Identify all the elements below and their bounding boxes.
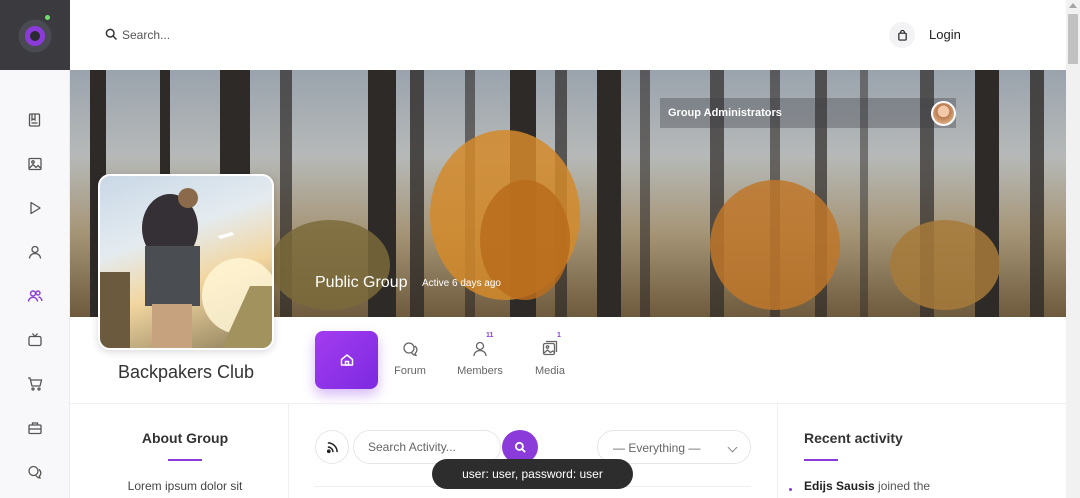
recent-underline [804, 459, 838, 461]
tab-media[interactable]: 1 Media [520, 332, 580, 377]
recent-activity-title: Recent activity [804, 430, 903, 446]
recent-activity-item: Edijs Sausis joined the [804, 479, 930, 493]
group-administrators: Group Administrators [660, 98, 956, 128]
home-icon [340, 354, 353, 366]
scroll-thumb[interactable] [1068, 14, 1078, 64]
group-avatar [98, 174, 274, 350]
tab-media-label: Media [535, 365, 565, 377]
about-group-text: Lorem ipsum dolor sit [127, 479, 243, 493]
chevron-down-icon [727, 442, 738, 453]
activity-user-link[interactable]: Edijs Sausis [804, 479, 875, 493]
login-link[interactable]: Login [929, 27, 961, 42]
top-bar: Login [70, 0, 1066, 70]
admin-avatar[interactable] [931, 101, 956, 126]
logo[interactable] [0, 0, 70, 70]
book-icon[interactable] [27, 112, 43, 128]
user-icon[interactable] [27, 244, 43, 260]
cart-button[interactable] [889, 22, 915, 48]
about-group-title: About Group [141, 430, 229, 446]
members-icon [473, 341, 487, 357]
group-active-status: Active 6 days ago [422, 278, 501, 289]
cart-icon[interactable] [27, 376, 43, 392]
tab-members[interactable]: 11 Members [450, 332, 510, 377]
scroll-up-arrow[interactable] [1069, 3, 1077, 8]
admins-label: Group Administrators [668, 107, 782, 119]
logo-mark [16, 17, 54, 55]
tab-forum[interactable]: Forum [380, 340, 440, 377]
column-divider [288, 404, 289, 498]
tab-home[interactable] [315, 331, 378, 389]
group-type-label: Public Group [315, 274, 408, 291]
content-divider [70, 403, 1066, 404]
tv-icon[interactable] [27, 332, 43, 348]
rss-feed-button[interactable] [315, 430, 349, 464]
sidebar [0, 70, 70, 498]
media-count-badge: 1 [557, 332, 561, 339]
search-icon [105, 28, 118, 41]
play-icon[interactable] [27, 200, 43, 216]
search-icon [514, 441, 526, 453]
about-underline [168, 459, 202, 461]
activity-text: joined the [874, 479, 931, 493]
column-divider [777, 404, 778, 498]
tab-members-label: Members [457, 365, 503, 377]
rss-icon [326, 441, 338, 453]
group-name: Backpakers Club [117, 362, 255, 382]
chat-icon[interactable] [27, 464, 43, 480]
briefcase-icon[interactable] [27, 420, 43, 436]
credentials-toast: user: user, password: user [432, 459, 633, 489]
filter-selected-value: — Everything — [613, 441, 701, 455]
forum-icon [403, 342, 418, 356]
scrollbar[interactable] [1066, 0, 1080, 498]
media-icon [542, 340, 558, 356]
group-icon[interactable] [27, 288, 43, 304]
image-icon[interactable] [27, 156, 43, 172]
status-dot [45, 15, 50, 20]
search-input[interactable] [122, 24, 322, 46]
shopping-bag-icon [897, 29, 907, 41]
members-count-badge: 11 [486, 332, 494, 339]
bullet-icon [789, 488, 792, 491]
tab-forum-label: Forum [394, 365, 426, 377]
